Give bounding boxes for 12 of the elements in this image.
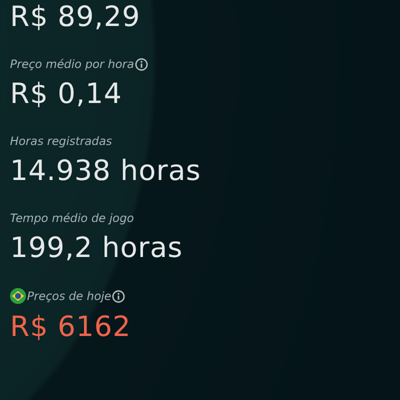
stat-label: Horas registradas [10, 134, 112, 148]
stat-label: Preços de hoje [27, 289, 112, 303]
stat-label: Preço médio por hora [10, 57, 134, 71]
stat-label: Tempo médio de jogo [10, 211, 134, 225]
flag-icon [10, 288, 26, 304]
stat-value: R$ 89,29 [10, 0, 142, 33]
stat-value: 14.938 horas [10, 154, 202, 187]
info-icon[interactable] [135, 58, 148, 70]
stat-value: 199,2 horas [10, 231, 184, 264]
stat-value: R$ 6162 [10, 310, 132, 343]
info-icon[interactable] [112, 290, 126, 302]
stat-value: R$ 0,14 [10, 77, 124, 110]
